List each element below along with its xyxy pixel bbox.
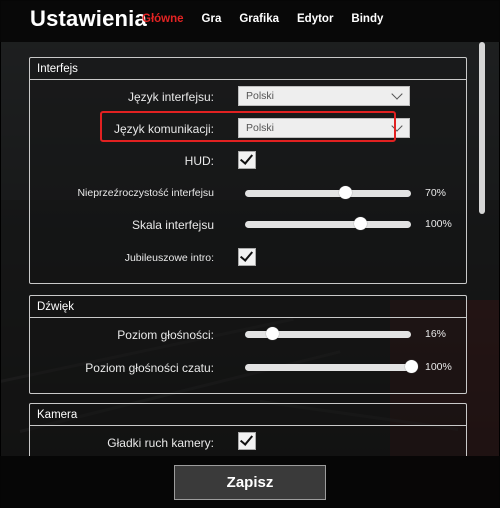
opacity-slider-thumb[interactable] xyxy=(338,186,352,199)
interface-language-label: Język interfejsu: xyxy=(127,90,214,104)
chat-volume-slider[interactable] xyxy=(245,359,418,375)
scale-slider[interactable] xyxy=(245,216,411,232)
comm-language-value: Polski xyxy=(246,122,275,134)
smooth-camera-label: Gładki ruch kamery: xyxy=(107,436,214,450)
opacity-value: 70% xyxy=(425,187,447,199)
scale-slider-thumb[interactable] xyxy=(353,217,367,230)
chat-volume-slider-thumb[interactable] xyxy=(405,360,418,373)
checkmark-icon xyxy=(239,248,254,262)
opacity-label: Nieprzeźroczystość interfejsu xyxy=(77,187,214,199)
tab-bindings[interactable]: Bindy xyxy=(351,13,383,25)
intro-checkbox[interactable] xyxy=(238,248,256,266)
smooth-camera-checkbox[interactable] xyxy=(238,432,256,450)
camera-section: Kamera Gładki ruch kamery: xyxy=(29,403,467,456)
interface-language-select[interactable]: Polski xyxy=(238,86,410,106)
scale-value: 100% xyxy=(425,218,452,230)
comm-language-select[interactable]: Polski xyxy=(238,118,410,138)
volume-value: 16% xyxy=(425,328,447,340)
interface-section-title: Interfejs xyxy=(37,63,78,75)
settings-content: Interfejs Język interfejsu: Polski Język… xyxy=(8,42,472,456)
tab-general[interactable]: Główne xyxy=(142,13,184,25)
volume-label: Poziom głośności: xyxy=(117,328,214,342)
save-button[interactable]: Zapisz xyxy=(174,465,326,500)
volume-slider-thumb[interactable] xyxy=(265,327,279,340)
window-title: Ustawienia xyxy=(30,6,147,31)
tab-graphics[interactable]: Grafika xyxy=(239,13,279,25)
hud-checkbox[interactable] xyxy=(238,151,256,169)
interface-section: Interfejs Język interfejsu: Polski Język… xyxy=(29,57,467,284)
sound-section: Dźwięk Poziom głośności: 16% Poziom głoś… xyxy=(29,295,467,394)
intro-label: Jubileuszowe intro: xyxy=(124,252,214,264)
scale-label: Skala interfejsu xyxy=(131,218,214,232)
sound-section-title: Dźwięk xyxy=(37,301,75,313)
chevron-down-icon xyxy=(391,120,403,132)
tab-game[interactable]: Gra xyxy=(202,13,222,25)
tab-editor[interactable]: Edytor xyxy=(297,13,333,25)
volume-slider[interactable] xyxy=(245,326,411,342)
chat-volume-value: 100% xyxy=(425,361,452,373)
interface-language-value: Polski xyxy=(246,90,275,102)
checkmark-icon xyxy=(239,151,254,165)
scrollbar-thumb[interactable] xyxy=(479,42,485,214)
hud-label: HUD: xyxy=(184,154,214,168)
checkmark-icon xyxy=(239,432,254,446)
comm-language-label: Język komunikacji: xyxy=(113,122,214,136)
header-bar: Ustawienia Główne Gra Grafika Edytor Bin… xyxy=(0,0,500,42)
camera-section-title: Kamera xyxy=(37,409,78,421)
chevron-down-icon xyxy=(391,88,403,100)
scrollbar[interactable] xyxy=(478,42,486,456)
tab-bar: Główne Gra Grafika Edytor Bindy xyxy=(142,13,401,25)
chat-volume-label: Poziom głośności czatu: xyxy=(85,361,214,375)
opacity-slider[interactable] xyxy=(245,185,411,201)
